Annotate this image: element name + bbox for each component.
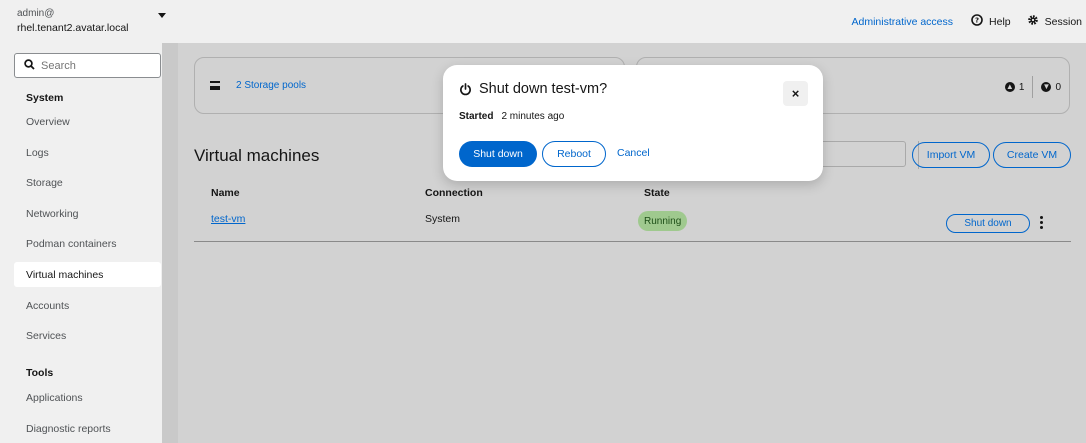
kebab-menu-icon[interactable] [1040, 216, 1043, 230]
row-divider [194, 241, 1071, 242]
administrative-access-button[interactable]: Administrative access [851, 16, 953, 28]
search-icon [24, 58, 35, 73]
search-box[interactable] [14, 53, 161, 78]
sidebar-item-services[interactable]: Services [14, 323, 161, 348]
close-icon[interactable]: × [783, 81, 808, 106]
arrow-up-circle-icon: ▲ [1004, 82, 1015, 92]
sidebar-item-diagnostic-reports[interactable]: Diagnostic reports [14, 416, 161, 441]
session-label: Session [1044, 15, 1082, 28]
networks-up-value: 1 [1018, 81, 1025, 93]
status-badge: Running [638, 211, 688, 231]
import-vm-button[interactable]: Import VM [912, 142, 990, 168]
started-value: 2 minutes ago [501, 111, 565, 122]
create-vm-button[interactable]: Create VM [993, 142, 1071, 168]
vm-connection: System [425, 213, 461, 225]
caret-down-icon[interactable] [158, 13, 166, 18]
gear-icon [1027, 14, 1039, 29]
help-label: Help [989, 15, 1011, 28]
sidebar-item-accounts[interactable]: Accounts [14, 293, 161, 318]
network-counts: ▲ 1 ▼ 0 [1004, 76, 1061, 98]
networks-down-value: 0 [1055, 81, 1061, 93]
dialog-title-text: Shut down test-vm? [479, 81, 608, 97]
column-header-name[interactable]: Name [211, 187, 240, 199]
page-title: Virtual machines [194, 146, 320, 165]
sidebar-item-networking[interactable]: Networking [14, 201, 161, 226]
cancel-button[interactable]: Cancel [617, 147, 650, 159]
dialog-meta: Started 2 minutes ago [459, 111, 564, 122]
nav-heading-system: System [26, 92, 64, 104]
top-nav: Administrative access ? Help Session [851, 0, 1086, 43]
sidebar: System Overview Logs Storage Networking … [0, 43, 162, 443]
sidebar-item-overview[interactable]: Overview [14, 109, 161, 134]
filter-input[interactable] [818, 141, 906, 167]
row-shut-down-button[interactable]: Shut down [946, 214, 1030, 233]
arrow-down-circle-icon: ▼ [1041, 82, 1052, 92]
host-user: admin@ [17, 8, 55, 19]
shut-down-button[interactable]: Shut down [459, 141, 537, 167]
divider [1032, 76, 1034, 98]
storage-pools-icon [210, 81, 220, 90]
host-switcher[interactable]: admin@ rhel.tenant2.avatar.local [17, 6, 129, 36]
help-button[interactable]: ? Help [971, 14, 1011, 29]
sidebar-item-virtual-machines[interactable]: Virtual machines [14, 262, 161, 287]
storage-pools-link[interactable]: 2 Storage pools [236, 80, 306, 91]
networks-down-count[interactable]: ▼ 0 [1041, 82, 1061, 93]
search-input[interactable] [41, 59, 141, 72]
dialog-title: Shut down test-vm? [459, 81, 607, 97]
vm-name-link[interactable]: test-vm [211, 213, 245, 225]
reboot-button[interactable]: Reboot [542, 141, 606, 167]
sidebar-item-podman-containers[interactable]: Podman containers [14, 231, 161, 256]
sidebar-item-applications[interactable]: Applications [14, 385, 161, 410]
nav-heading-tools: Tools [26, 367, 54, 379]
session-button[interactable]: Session [1027, 14, 1082, 29]
started-label: Started [459, 111, 494, 122]
question-circle-icon: ? [971, 14, 983, 29]
power-icon [460, 82, 471, 95]
column-header-connection[interactable]: Connection [425, 187, 483, 199]
shutdown-dialog: Shut down test-vm? × Started 2 minutes ag… [443, 65, 823, 181]
column-header-state[interactable]: State [644, 187, 670, 199]
sidebar-item-logs[interactable]: Logs [14, 140, 161, 165]
host-name: rhel.tenant2.avatar.local [17, 22, 129, 34]
masthead: admin@ rhel.tenant2.avatar.local Adminis… [0, 0, 1086, 43]
networks-up-count[interactable]: ▲ 1 [1004, 81, 1025, 93]
svg-text:?: ? [975, 17, 979, 25]
sidebar-item-storage[interactable]: Storage [14, 170, 161, 195]
